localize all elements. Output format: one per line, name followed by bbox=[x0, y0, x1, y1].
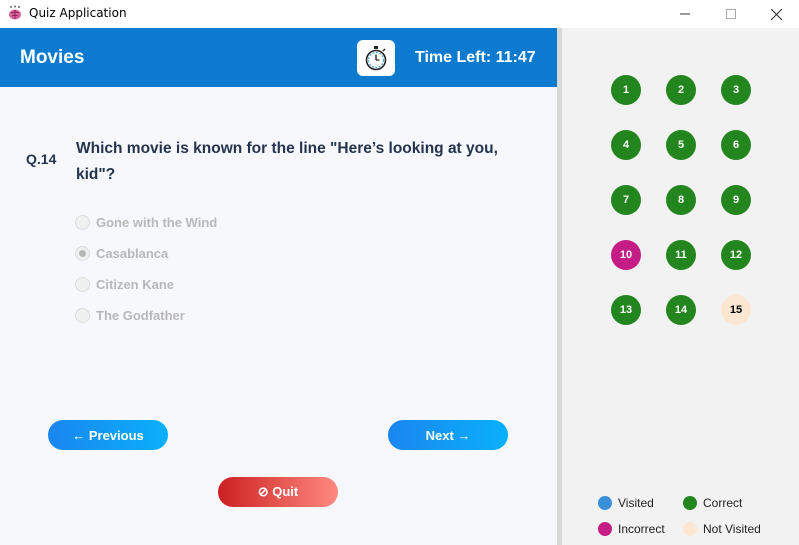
legend-dot bbox=[598, 496, 612, 510]
question-nav-button-4[interactable]: 4 bbox=[611, 130, 641, 160]
question-nav-button-13[interactable]: 13 bbox=[611, 295, 641, 325]
radio-button[interactable] bbox=[75, 214, 90, 230]
option-label: Citizen Kane bbox=[96, 276, 175, 292]
question-nav-button-15[interactable]: 15 bbox=[721, 295, 751, 325]
radio-button[interactable] bbox=[75, 307, 90, 323]
question-nav-button-3[interactable]: 3 bbox=[721, 75, 751, 105]
quiz-header: Movies Time Left: 11:47 bbox=[0, 28, 557, 87]
legend-incorrect: Incorrect bbox=[598, 522, 665, 536]
question-text: Which movie is known for the line "Here’… bbox=[76, 140, 498, 183]
option-2[interactable]: Casablanca bbox=[75, 244, 168, 262]
legend-label: Correct bbox=[703, 496, 743, 510]
legend-dot bbox=[683, 522, 697, 536]
previous-button[interactable]: ← Previous bbox=[48, 420, 168, 450]
brain-app-icon bbox=[7, 5, 23, 21]
legend-dot bbox=[683, 496, 697, 510]
category-title: Movies bbox=[20, 47, 85, 68]
question-nav-button-12[interactable]: 12 bbox=[721, 240, 751, 270]
window-title: Quiz Application bbox=[29, 6, 127, 20]
question-nav-button-6[interactable]: 6 bbox=[721, 130, 751, 160]
close-button[interactable] bbox=[753, 0, 799, 28]
question-nav-button-1[interactable]: 1 bbox=[611, 75, 641, 105]
question-number: Q.14 bbox=[26, 151, 57, 167]
legend-not-visited: Not Visited bbox=[683, 522, 761, 536]
question-nav-button-2[interactable]: 2 bbox=[666, 75, 696, 105]
legend-label: Visited bbox=[618, 496, 654, 510]
quit-button[interactable]: ⊘ Quit bbox=[218, 477, 338, 507]
next-button[interactable]: Next → bbox=[388, 420, 508, 450]
option-1[interactable]: Gone with the Wind bbox=[75, 213, 217, 231]
stopwatch-icon bbox=[357, 40, 395, 76]
option-4[interactable]: The Godfather bbox=[75, 306, 185, 324]
time-left: Time Left: 11:47 bbox=[415, 49, 536, 66]
maximize-button[interactable] bbox=[708, 0, 754, 28]
question-panel: Movies Time Left: 11:47 Q.14 Which movie… bbox=[0, 28, 557, 545]
legend-visited: Visited bbox=[598, 496, 654, 510]
minimize-button[interactable] bbox=[662, 0, 708, 28]
question-nav-button-5[interactable]: 5 bbox=[666, 130, 696, 160]
question-nav-button-14[interactable]: 14 bbox=[666, 295, 696, 325]
question-nav-button-8[interactable]: 8 bbox=[666, 185, 696, 215]
question-nav-button-10[interactable]: 10 bbox=[611, 240, 641, 270]
option-label: The Godfather bbox=[96, 307, 185, 323]
option-3[interactable]: Citizen Kane bbox=[75, 275, 174, 293]
question-nav-button-11[interactable]: 11 bbox=[666, 240, 696, 270]
legend-correct: Correct bbox=[683, 496, 742, 510]
legend-label: Incorrect bbox=[618, 522, 665, 536]
title-bar: Quiz Application bbox=[0, 0, 799, 28]
option-label: Casablanca bbox=[96, 245, 169, 261]
option-label: Gone with the Wind bbox=[96, 214, 218, 230]
question-navigator: 1 2 3 4 5 6 7 8 9 10 11 12 13 14 15 Visited Correct In… bbox=[562, 28, 799, 545]
question-nav-button-7[interactable]: 7 bbox=[611, 185, 641, 215]
legend-label: Not Visited bbox=[703, 522, 761, 536]
legend-dot bbox=[598, 522, 612, 536]
question-nav-button-9[interactable]: 9 bbox=[721, 185, 751, 215]
radio-button[interactable] bbox=[75, 276, 90, 292]
radio-button-selected[interactable] bbox=[75, 245, 90, 261]
